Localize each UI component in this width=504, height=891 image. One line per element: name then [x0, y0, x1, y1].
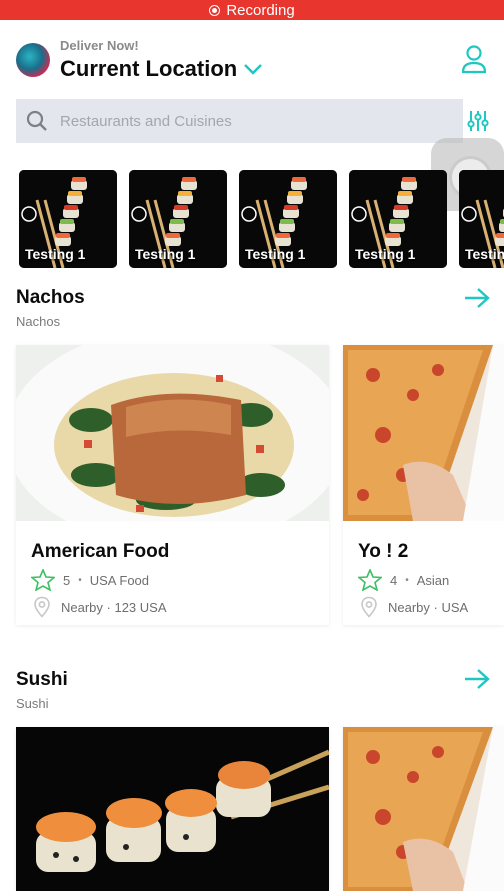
sliders-icon[interactable] — [466, 109, 490, 133]
rating-row: 4 • Asian — [358, 569, 449, 591]
restaurant-card[interactable]: American Food 5 • USA Food Nearby · 123 … — [16, 345, 329, 625]
restaurant-card[interactable]: Yo ! 2 4 • Asian Nearby · USA — [343, 345, 504, 625]
story-tile[interactable]: Testing 1 — [239, 170, 337, 268]
location-label: Current Location — [60, 56, 238, 81]
rating-value: 5 — [63, 572, 71, 588]
map-pin-icon — [361, 596, 377, 618]
bullet: • — [405, 574, 409, 586]
cuisine-label: USA Food — [89, 572, 150, 588]
search-icon — [26, 110, 47, 131]
story-carousel[interactable]: Testing 1 Testing 1 Testing 1 Testing 1 Test… — [19, 170, 504, 268]
pizza-slice-image — [343, 727, 504, 891]
rating-value: 4 — [390, 572, 398, 588]
story-label: Testing 1 — [135, 246, 196, 262]
story-tile[interactable]: Testing 1 — [349, 170, 447, 268]
record-icon — [209, 4, 221, 16]
rating-row: 5 • USA Food — [31, 569, 149, 591]
section-subtitle: Nachos — [16, 314, 61, 329]
user-icon[interactable] — [460, 44, 488, 74]
app-logo — [16, 43, 50, 77]
search-bar[interactable] — [16, 99, 463, 143]
recording-bar: Recording — [0, 0, 504, 20]
restaurant-card[interactable] — [16, 727, 329, 891]
search-input[interactable] — [60, 112, 440, 130]
map-pin-icon — [34, 596, 50, 618]
location-text: Nearby · 123 USA — [61, 599, 167, 615]
restaurant-card[interactable] — [343, 727, 504, 891]
star-icon — [31, 569, 55, 591]
salmon-dish-image — [16, 345, 329, 521]
arrow-right-icon[interactable] — [464, 287, 490, 309]
sushi-rolls-image — [16, 727, 329, 891]
story-label: Testing 1 — [245, 246, 306, 262]
section-title: Nachos — [16, 287, 85, 308]
restaurant-name: American Food — [31, 541, 170, 562]
story-tile[interactable]: Testing 1 — [129, 170, 227, 268]
chevron-down-icon — [244, 64, 263, 75]
story-tile[interactable]: Testing 1 — [459, 170, 504, 268]
deliver-label: Deliver Now! — [60, 38, 139, 53]
cuisine-label: Asian — [416, 572, 450, 588]
story-label: Testing 1 — [25, 246, 86, 262]
location-text: Nearby · USA — [388, 599, 469, 615]
location-selector[interactable]: Current Location — [60, 56, 263, 82]
bullet: • — [78, 574, 82, 586]
restaurant-name: Yo ! 2 — [358, 541, 409, 562]
recording-label: Recording — [226, 1, 295, 19]
header: Deliver Now! Current Location — [16, 36, 488, 86]
star-icon — [358, 569, 382, 591]
story-label: Testing 1 — [355, 246, 416, 262]
search-row — [16, 99, 504, 143]
section-subtitle: Sushi — [16, 696, 49, 711]
section-title: Sushi — [16, 669, 68, 690]
pizza-slice-image — [343, 345, 504, 521]
location-row: Nearby · USA — [358, 596, 468, 618]
location-row: Nearby · 123 USA — [31, 596, 167, 618]
story-tile[interactable]: Testing 1 — [19, 170, 117, 268]
story-label: Testing 1 — [465, 246, 504, 262]
arrow-right-icon[interactable] — [464, 668, 490, 690]
